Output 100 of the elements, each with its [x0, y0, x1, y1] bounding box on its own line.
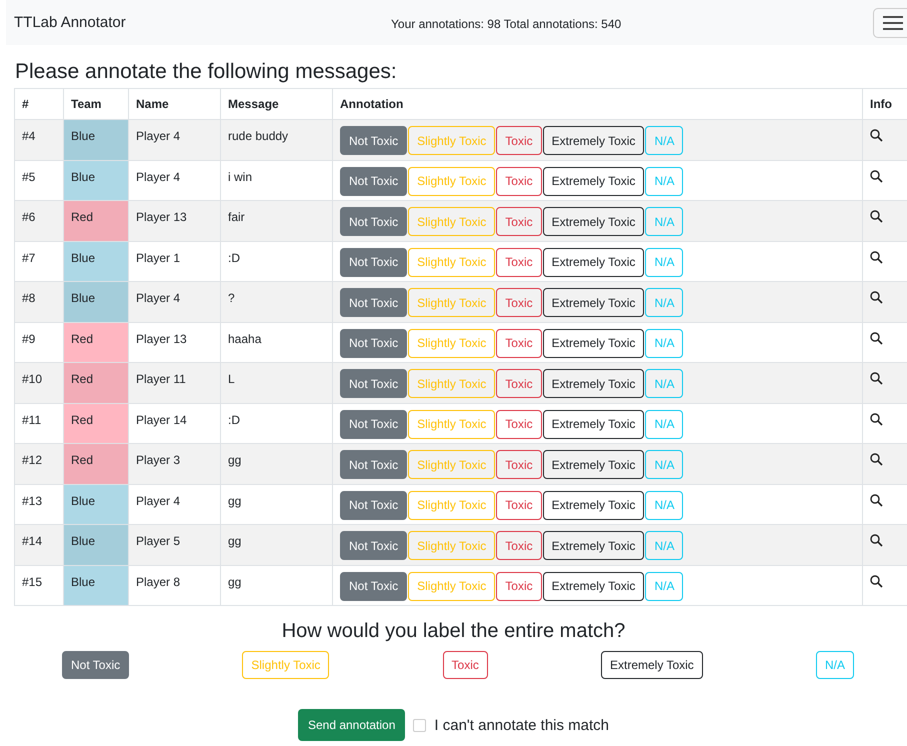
annotation-option[interactable]: Extremely Toxic — [542, 248, 644, 276]
table-cell: Player 13 — [128, 322, 220, 362]
annotation-option[interactable]: Extremely Toxic — [542, 450, 644, 479]
checkbox-label[interactable]: I can't annotate this match — [434, 716, 610, 734]
annotation-option[interactable]: Not Toxic — [340, 490, 408, 520]
search-icon[interactable] — [870, 250, 883, 264]
annotation-option[interactable]: Extremely Toxic — [542, 328, 644, 358]
table-cell: :D — [220, 241, 332, 282]
table-cell: gg — [220, 565, 332, 606]
annotation-option[interactable]: Not Toxic — [340, 207, 408, 236]
annotation-option[interactable]: Not Toxic — [340, 328, 408, 358]
annotation-stats: Your annotations: 98 Total annotations: 540 — [391, 17, 622, 31]
search-icon[interactable] — [870, 534, 883, 547]
annotation-option[interactable]: Extremely Toxic — [542, 531, 644, 560]
app-brand[interactable]: TTLab Annotator — [14, 14, 126, 31]
table-cell: Player 4 — [128, 160, 220, 200]
team-cell: Blue — [64, 484, 128, 524]
table-cell: Player 4 — [128, 120, 220, 160]
annotation-option[interactable]: Extremely Toxic — [542, 207, 644, 236]
annotation-option[interactable]: Extremely Toxic — [542, 490, 644, 520]
table-cell: i win — [220, 160, 332, 200]
annotation-option[interactable]: Not Toxic — [340, 572, 408, 600]
annotation-option[interactable]: Toxic — [496, 328, 542, 358]
search-icon[interactable] — [870, 412, 883, 426]
team-cell: Blue — [64, 120, 128, 160]
annotation-option[interactable]: Extremely Toxic — [542, 288, 644, 317]
annotation-option[interactable]: Extremely Toxic — [542, 126, 644, 155]
search-icon[interactable] — [870, 453, 883, 466]
column-header: Name — [128, 88, 220, 120]
search-icon[interactable] — [870, 210, 883, 223]
search-icon[interactable] — [870, 129, 883, 142]
search-icon[interactable] — [870, 372, 883, 385]
search-icon[interactable] — [870, 170, 883, 182]
checkbox[interactable] — [413, 718, 426, 732]
table-cell: haaha — [220, 322, 332, 362]
annotation-option[interactable]: Toxic — [496, 572, 542, 600]
column-header: Message — [220, 88, 332, 120]
table-cell: gg — [220, 484, 332, 524]
table-cell: Player 13 — [128, 200, 220, 241]
table-cell: fair — [220, 200, 332, 241]
team-cell: Blue — [64, 524, 128, 565]
annotation-option[interactable]: Extremely Toxic — [542, 166, 644, 196]
annotation-option[interactable]: Not Toxic — [340, 288, 408, 317]
table-cell: ? — [220, 282, 332, 322]
table-cell: gg — [220, 524, 332, 565]
table-cell: Player 11 — [128, 362, 220, 403]
annotation-option[interactable]: Not Toxic — [340, 410, 408, 438]
team-cell: Blue — [64, 160, 128, 200]
annotation-option[interactable]: Not Toxic — [340, 248, 408, 276]
team-cell: Red — [64, 322, 128, 362]
table-cell: rude buddy — [220, 120, 332, 160]
annotation-option[interactable]: Toxic — [496, 450, 542, 479]
annotation-option[interactable]: Extremely Toxic — [542, 410, 644, 438]
team-cell: Blue — [64, 282, 128, 322]
annotation-option[interactable]: Toxic — [496, 490, 542, 520]
annotation-option[interactable]: Toxic — [496, 166, 542, 196]
annotation-option[interactable]: Extremely Toxic — [542, 369, 644, 398]
column-header: # — [14, 88, 64, 120]
table-cell: Player 5 — [128, 524, 220, 565]
search-icon[interactable] — [870, 332, 883, 344]
annotation-option[interactable]: Not Toxic — [340, 531, 408, 560]
match-question: How would you label the entire match? — [280, 620, 626, 643]
team-cell: Red — [64, 403, 128, 444]
search-icon[interactable] — [870, 494, 883, 506]
annotation-option[interactable]: Toxic — [496, 410, 542, 438]
annotation-option[interactable]: Not Toxic — [340, 126, 408, 155]
table-cell: gg — [220, 444, 332, 484]
search-icon[interactable] — [870, 574, 883, 588]
column-header: Annotation — [332, 88, 862, 120]
annotation-option[interactable]: Toxic — [496, 207, 542, 236]
annotation-option[interactable]: Toxic — [496, 369, 542, 398]
annotation-option[interactable]: Toxic — [496, 126, 542, 155]
page-heading: Please annotate the following messages: — [15, 60, 398, 85]
team-cell: Red — [64, 362, 128, 403]
send-button[interactable]: Send annotation — [298, 709, 406, 741]
annotation-option[interactable]: Toxic — [496, 531, 542, 560]
match-option[interactable]: Not Toxic — [62, 651, 130, 679]
table-cell: Player 3 — [128, 444, 220, 484]
search-icon[interactable] — [870, 291, 883, 304]
match-option[interactable]: Toxic — [442, 651, 488, 679]
table-cell: L — [220, 362, 332, 403]
team-cell: Blue — [64, 565, 128, 606]
team-cell: Blue — [64, 241, 128, 282]
annotation-option[interactable]: Extremely Toxic — [542, 572, 644, 600]
menu-icon — [883, 14, 903, 30]
annotation-option[interactable]: Not Toxic — [340, 166, 408, 196]
annotation-option[interactable]: Not Toxic — [340, 450, 408, 479]
table-cell: :D — [220, 403, 332, 444]
team-cell: Red — [64, 200, 128, 241]
table-cell: Player 1 — [128, 241, 220, 282]
annotation-option[interactable]: Not Toxic — [340, 369, 408, 398]
table-cell: Player 8 — [128, 565, 220, 606]
menu-button[interactable] — [873, 8, 907, 38]
table-cell: Player 14 — [128, 403, 220, 444]
annotation-option[interactable]: Toxic — [496, 288, 542, 317]
match-option[interactable]: Extremely Toxic — [601, 651, 703, 679]
table-cell: Player 4 — [128, 484, 220, 524]
team-cell: Red — [64, 444, 128, 484]
annotation-option[interactable]: Toxic — [496, 248, 542, 276]
column-header: Info — [862, 88, 907, 120]
